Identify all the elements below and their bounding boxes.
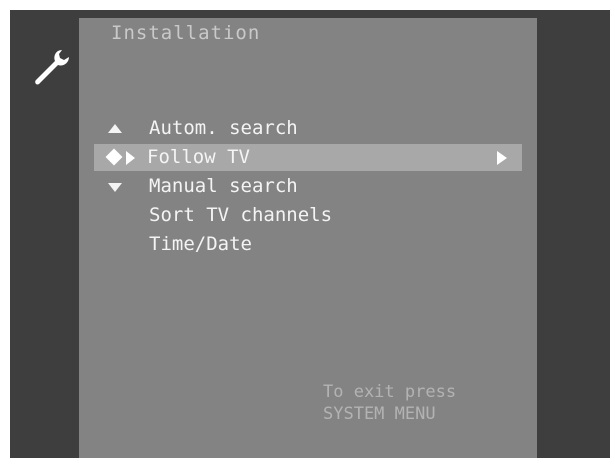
installation-menu: Autom. search Follow TV Manual search So… [79,114,537,259]
menu-item-label: Manual search [149,175,298,197]
menu-item-time-date[interactable]: Time/Date [79,230,537,259]
menu-title: Installation [111,22,261,44]
menu-item-autom-search[interactable]: Autom. search [79,114,537,143]
exit-hint-line1: To exit press [323,382,457,402]
menu-item-sort-tv-channels[interactable]: Sort TV channels [79,201,537,230]
menu-item-label: Autom. search [149,117,298,139]
menu-item-label: Time/Date [149,233,252,255]
down-arrow-icon [108,183,122,192]
exit-hint-line2: SYSTEM MENU [323,404,436,424]
wrench-icon [35,50,69,85]
installation-panel: Installation Autom. search Follow TV Man… [79,18,537,458]
submenu-arrow-icon[interactable] [497,151,507,165]
menu-item-manual-search[interactable]: Manual search [79,172,537,201]
exit-hint: To exit press SYSTEM MENU [323,381,456,425]
menu-item-label: Follow TV [147,146,250,168]
cursor-arrow-icon [126,151,135,165]
up-arrow-icon [108,124,122,133]
menu-item-label: Sort TV channels [149,204,333,226]
tv-screen: Installation Autom. search Follow TV Man… [10,10,610,458]
menu-item-follow-tv[interactable]: Follow TV [79,143,537,172]
